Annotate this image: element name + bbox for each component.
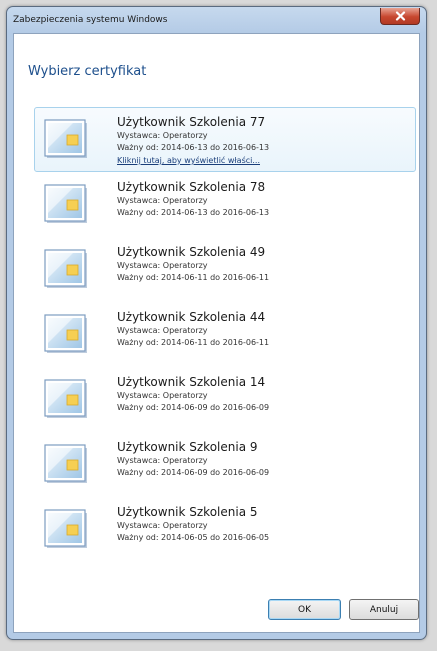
certificate-issuer: Wystawca: Operatorzy	[117, 131, 208, 140]
certificate-item[interactable]: Użytkownik Szkolenia 78 Wystawca: Operato…	[34, 172, 416, 237]
ok-button[interactable]: OK	[268, 599, 341, 620]
certificate-item[interactable]: Użytkownik Szkolenia 5 Wystawca: Operator…	[34, 497, 416, 562]
certificate-item[interactable]: Użytkownik Szkolenia 14 Wystawca: Operato…	[34, 367, 416, 432]
certificate-details: Użytkownik Szkolenia 44 Wystawca: Operato…	[117, 309, 409, 349]
certificate-icon	[43, 508, 91, 552]
certificate-validity: Ważny od: 2014-06-13 do 2016-06-13	[117, 208, 270, 217]
certificate-issuer: Wystawca: Operatorzy	[117, 521, 208, 530]
close-icon	[395, 11, 405, 21]
certificate-name: Użytkownik Szkolenia 78	[117, 180, 266, 194]
certificate-issuer: Wystawca: Operatorzy	[117, 196, 208, 205]
certificate-name: Użytkownik Szkolenia 49	[117, 245, 266, 259]
certificate-details: Użytkownik Szkolenia 77 Wystawca: Operato…	[117, 114, 409, 167]
window-title: Zabezpieczenia systemu Windows	[13, 15, 168, 25]
certificate-icon	[43, 183, 91, 227]
certificate-name: Użytkownik Szkolenia 9	[117, 440, 258, 454]
cancel-button[interactable]: Anuluj	[349, 599, 419, 620]
certificate-details: Użytkownik Szkolenia 78 Wystawca: Operato…	[117, 179, 409, 219]
title-bar[interactable]: Zabezpieczenia systemu Windows	[7, 7, 426, 33]
certificate-name: Użytkownik Szkolenia 44	[117, 310, 266, 324]
certificate-item[interactable]: Użytkownik Szkolenia 44 Wystawca: Operato…	[34, 302, 416, 367]
certificate-icon	[43, 118, 91, 162]
certificate-details: Użytkownik Szkolenia 49 Wystawca: Operato…	[117, 244, 409, 284]
certificate-icon	[43, 378, 91, 422]
certificate-issuer: Wystawca: Operatorzy	[117, 326, 208, 335]
certificate-validity: Ważny od: 2014-06-13 do 2016-06-13	[117, 143, 270, 152]
certificate-item[interactable]: Użytkownik Szkolenia 49 Wystawca: Operato…	[34, 237, 416, 302]
certificate-validity: Ważny od: 2014-06-05 do 2016-06-05	[117, 533, 270, 542]
dialog-content: Wybierz certyfikat Użytkownik Szkolenia …	[13, 33, 420, 633]
dialog-window: Zabezpieczenia systemu Windows Wybierz c…	[6, 6, 427, 640]
certificate-details: Użytkownik Szkolenia 5 Wystawca: Operator…	[117, 504, 409, 544]
certificate-item[interactable]: Użytkownik Szkolenia 77 Wystawca: Operato…	[34, 107, 416, 172]
certificate-validity: Ważny od: 2014-06-09 do 2016-06-09	[117, 468, 270, 477]
certificate-icon	[43, 443, 91, 487]
certificate-issuer: Wystawca: Operatorzy	[117, 456, 208, 465]
certificate-icon	[43, 313, 91, 357]
dialog-heading: Wybierz certyfikat	[28, 64, 147, 79]
certificate-details: Użytkownik Szkolenia 14 Wystawca: Operato…	[117, 374, 409, 414]
certificate-details: Użytkownik Szkolenia 9 Wystawca: Operator…	[117, 439, 409, 479]
certificate-issuer: Wystawca: Operatorzy	[117, 391, 208, 400]
certificate-name: Użytkownik Szkolenia 14	[117, 375, 266, 389]
certificate-name: Użytkownik Szkolenia 5	[117, 505, 258, 519]
certificate-name: Użytkownik Szkolenia 77	[117, 115, 266, 129]
certificate-validity: Ważny od: 2014-06-09 do 2016-06-09	[117, 403, 270, 412]
certificate-issuer: Wystawca: Operatorzy	[117, 261, 208, 270]
close-button[interactable]	[380, 8, 420, 25]
certificate-properties-link[interactable]: Kliknij tutaj, aby wyświetlić właści...	[117, 154, 409, 167]
certificate-icon	[43, 248, 91, 292]
certificate-list: Użytkownik Szkolenia 77 Wystawca: Operato…	[34, 107, 416, 562]
certificate-validity: Ważny od: 2014-06-11 do 2016-06-11	[117, 338, 270, 347]
certificate-item[interactable]: Użytkownik Szkolenia 9 Wystawca: Operator…	[34, 432, 416, 497]
certificate-validity: Ważny od: 2014-06-11 do 2016-06-11	[117, 273, 270, 282]
